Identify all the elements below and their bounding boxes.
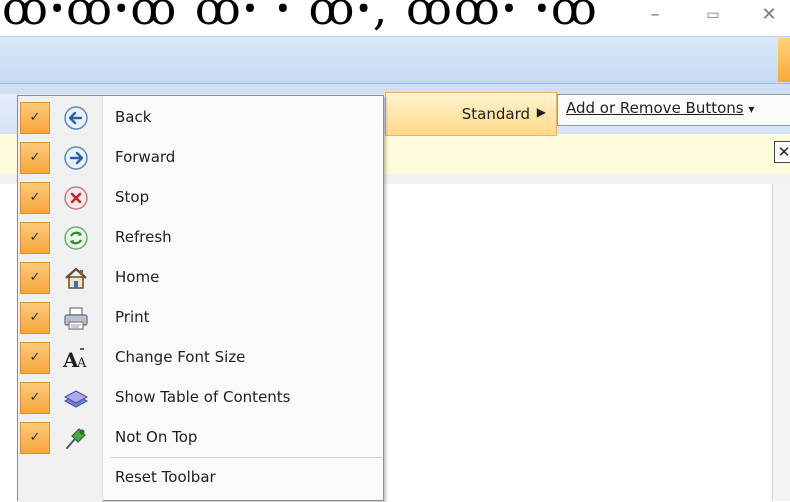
menu-item-label: Forward	[115, 148, 176, 166]
menu-item-print[interactable]: ✓ Print	[18, 298, 384, 338]
checkmark-icon: ✓	[20, 422, 50, 454]
restore-button[interactable]: ▭	[700, 4, 726, 26]
info-bar-close-button[interactable]: ✕	[774, 141, 790, 163]
menu-item-label: Change Font Size	[115, 348, 246, 366]
ribbon-bar	[0, 36, 790, 84]
vertical-scrollbar[interactable]	[772, 184, 790, 501]
menu-item-reset-toolbar[interactable]: Reset Toolbar	[18, 460, 384, 500]
menu-item-label: Print	[115, 308, 150, 326]
title-area: ꝏꞏꝏꞏꝏ ꝏꞏ ꞏ ꝏꞏ, ꝏꝏꞏ ꞏꝏ	[0, 0, 790, 36]
home-icon	[65, 267, 87, 289]
menu-item-not-on-top[interactable]: ✓ Not On Top	[18, 418, 384, 458]
menu-item-home[interactable]: ✓ Home	[18, 258, 384, 298]
printer-icon	[64, 307, 88, 330]
menu-separator	[110, 457, 382, 458]
menu-item-refresh[interactable]: ✓ Refresh	[18, 218, 384, 258]
menu-item-label: Refresh	[115, 228, 172, 246]
add-remove-buttons-menu[interactable]: Add or Remove Buttons ▾	[557, 94, 790, 126]
checkmark-icon: ✓	[20, 102, 50, 134]
add-remove-buttons-label: Add or Remove Buttons ▾	[566, 99, 755, 117]
menu-item-back[interactable]: ✓ Back	[18, 98, 384, 138]
refresh-icon	[64, 226, 88, 250]
toolbar-buttons-menu: ✓ Back ✓ Forward ✓ Stop ✓ Refresh ✓ Home…	[17, 95, 384, 502]
standard-label: Standard	[461, 105, 530, 123]
menu-item-label: Stop	[115, 188, 150, 206]
standard-menu-item[interactable]: Standard ▶	[385, 92, 557, 136]
menu-item-label: Home	[115, 268, 160, 286]
font-size-icon: A A	[62, 348, 87, 372]
back-arrow-icon	[64, 106, 88, 130]
menu-item-label: Back	[115, 108, 152, 126]
table-of-contents-icon	[63, 390, 89, 408]
minimize-button[interactable]: –	[642, 4, 668, 26]
svg-text:A: A	[76, 356, 87, 371]
cropped-title-text: ꝏꞏꝏꞏꝏ ꝏꞏ ꞏ ꝏꞏ, ꝏꝏꞏ ꞏꝏ	[2, 0, 599, 35]
menu-item-show-table-of-contents[interactable]: ✓ Show Table of Contents	[18, 378, 384, 418]
checkmark-icon: ✓	[20, 342, 50, 374]
checkmark-icon: ✓	[20, 302, 50, 334]
ribbon-highlight-tab[interactable]	[778, 38, 790, 82]
menu-item-label: Not On Top	[115, 428, 198, 446]
checkmark-icon: ✓	[20, 182, 50, 214]
menu-item-change-font-size[interactable]: ✓ A A Change Font Size	[18, 338, 384, 378]
menu-item-stop[interactable]: ✓ Stop	[18, 178, 384, 218]
dropdown-arrow-icon: ▾	[748, 102, 755, 116]
pin-icon	[66, 428, 86, 449]
checkmark-icon: ✓	[20, 142, 50, 174]
submenu-arrow-icon: ▶	[536, 105, 546, 119]
menu-item-label: Reset Toolbar	[115, 468, 216, 486]
close-window-button[interactable]: ✕	[756, 4, 782, 26]
checkmark-icon: ✓	[20, 262, 50, 294]
checkmark-icon: ✓	[20, 222, 50, 254]
forward-arrow-icon	[64, 146, 88, 170]
menu-item-label: Show Table of Contents	[115, 388, 291, 406]
checkmark-icon: ✓	[20, 382, 50, 414]
menu-item-forward[interactable]: ✓ Forward	[18, 138, 384, 178]
stop-icon	[64, 186, 88, 210]
